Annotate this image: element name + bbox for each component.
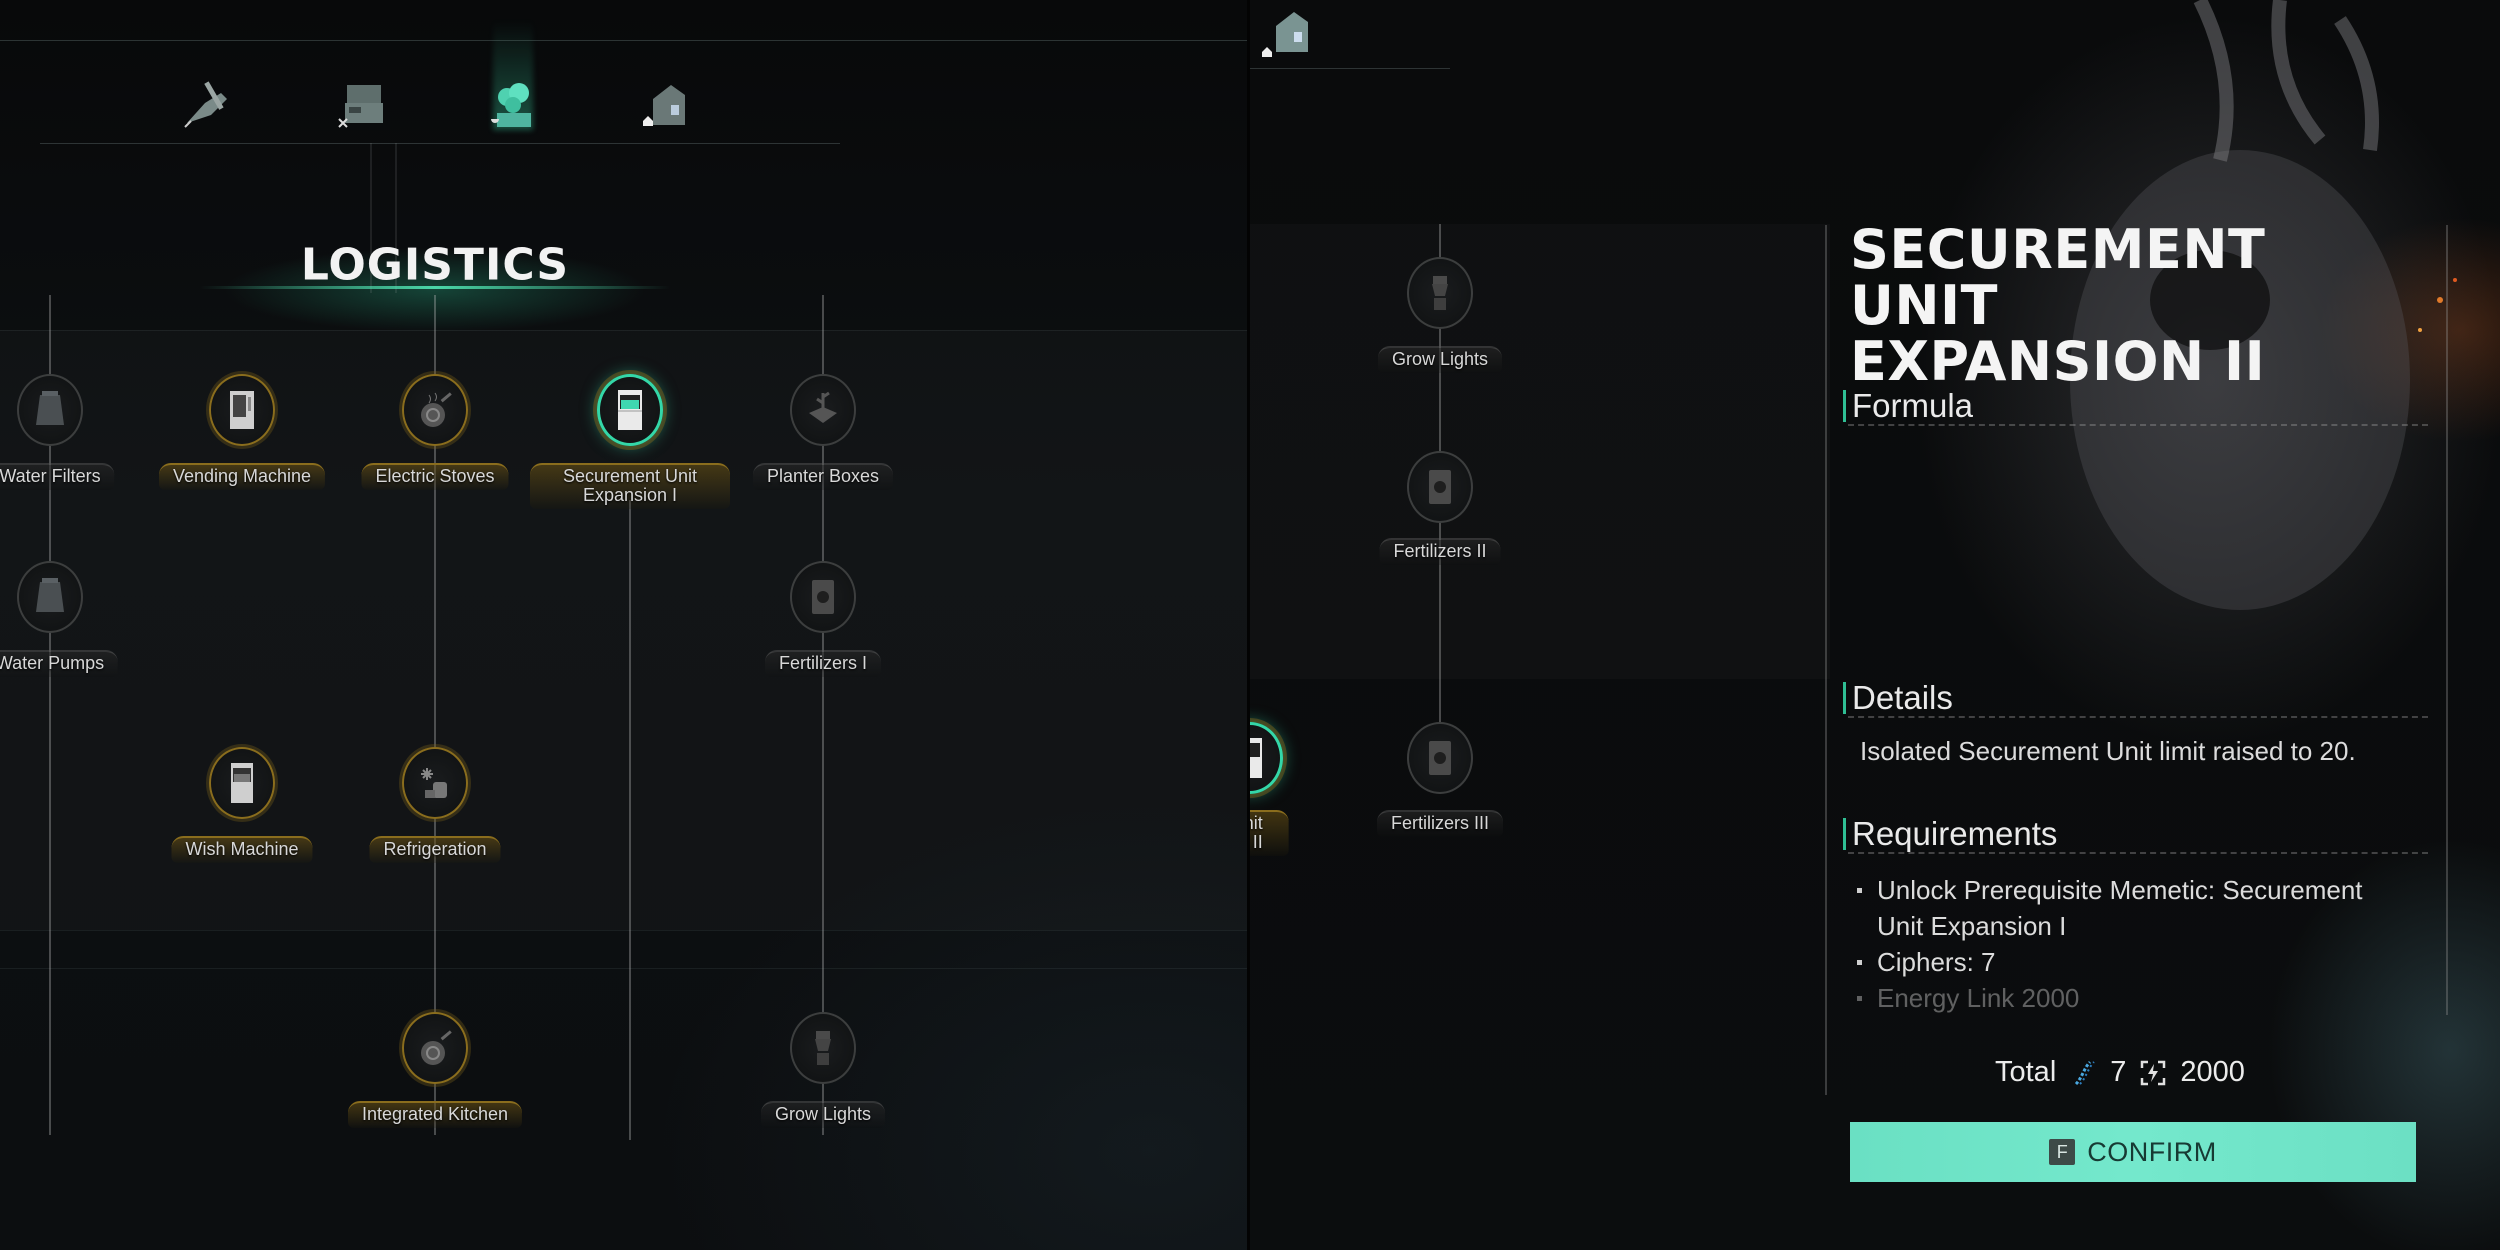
band-line bbox=[0, 330, 1248, 331]
node-label: Water Filters bbox=[0, 463, 115, 490]
confirm-label: CONFIRM bbox=[2087, 1136, 2217, 1167]
requirements-heading: Requirements bbox=[1843, 817, 2057, 850]
node-label: Planter Boxes bbox=[752, 463, 894, 490]
keybind-f-icon: F bbox=[2049, 1139, 2076, 1165]
node-label: Securement Unit Expansion I bbox=[530, 463, 730, 509]
kitchen-pan-icon bbox=[421, 1030, 452, 1065]
node-label: Fertilizers II bbox=[1379, 538, 1501, 565]
tree-node-water-filters[interactable] bbox=[17, 374, 83, 446]
plant-tree-icon bbox=[491, 83, 531, 127]
tab-base[interactable] bbox=[637, 75, 697, 135]
total-cost: Total 7 2000 bbox=[1995, 1056, 2245, 1089]
house-icon bbox=[1262, 12, 1308, 57]
node-label: Refrigeration bbox=[369, 836, 501, 863]
requirement-item: Unlock Prerequisite Memetic: Securement … bbox=[1855, 872, 2415, 944]
energy-link-icon bbox=[2141, 1060, 2166, 1085]
top-divider bbox=[0, 40, 1248, 41]
water-pump-icon bbox=[36, 578, 64, 612]
node-label: Integrated Kitchen bbox=[347, 1101, 523, 1128]
node-label: Grow Lights bbox=[760, 1101, 886, 1128]
chainsaw-icon bbox=[184, 81, 227, 128]
formula-heading: Formula bbox=[1843, 389, 1973, 422]
band-line bbox=[0, 930, 1248, 931]
tabs-underline bbox=[1250, 68, 1450, 69]
tree-node-planter-boxes[interactable] bbox=[790, 374, 856, 446]
node-label: Wish Machine bbox=[171, 836, 313, 863]
tab-combat[interactable] bbox=[177, 75, 237, 135]
securement-unit-icon bbox=[1250, 738, 1262, 778]
node-label: Electric Stoves bbox=[361, 463, 509, 490]
memetic-title: SECUREMENT UNIT EXPANSION II bbox=[1850, 218, 2266, 393]
tree-band bbox=[1250, 224, 1830, 679]
fertilizer-bag-icon bbox=[1429, 470, 1451, 504]
tree-node-vending-machine[interactable] bbox=[209, 374, 275, 446]
grow-light-icon bbox=[815, 1031, 831, 1065]
requirements-divider bbox=[1848, 852, 2428, 854]
water-filter-icon bbox=[36, 391, 64, 425]
requirement-item: Ciphers: 7 bbox=[1855, 944, 2415, 980]
cipher-icon bbox=[2075, 1060, 2096, 1085]
memetics-tree-panel: LOGISTICS Water Filters Vending Machine … bbox=[0, 0, 1248, 1250]
tab-base[interactable] bbox=[1260, 2, 1320, 62]
tabs-underline bbox=[40, 143, 840, 144]
tab-crafting[interactable] bbox=[333, 75, 393, 135]
confirm-button[interactable]: F CONFIRM bbox=[1850, 1122, 2416, 1182]
total-label: Total bbox=[1995, 1056, 2057, 1088]
tree-node-water-pumps[interactable] bbox=[17, 561, 83, 633]
detail-frame-left bbox=[1825, 225, 1827, 1095]
tree-node-fertilizers-3[interactable] bbox=[1407, 722, 1473, 794]
details-heading: Details bbox=[1843, 681, 1953, 714]
formula-divider bbox=[1848, 424, 2428, 426]
requirement-item: Energy Link 2000 bbox=[1855, 980, 2415, 1016]
tree-node-securement-unit-expansion-1[interactable] bbox=[597, 374, 663, 446]
tree-node-refrigeration[interactable] bbox=[402, 747, 468, 819]
fertilizer-bag-icon bbox=[812, 580, 834, 614]
node-label: Fertilizers III bbox=[1376, 810, 1504, 837]
detail-frame-right bbox=[2446, 225, 2448, 1015]
tree-node-grow-lights[interactable] bbox=[1407, 257, 1473, 329]
node-label: Fertilizers I bbox=[764, 650, 882, 677]
tree-node-integrated-kitchen[interactable] bbox=[402, 1012, 468, 1084]
tree-node-wish-machine[interactable] bbox=[209, 747, 275, 819]
node-label: ent Unit sion II bbox=[1250, 810, 1289, 856]
details-text: Isolated Securement Unit limit raised to… bbox=[1860, 736, 2356, 766]
node-label: Water Pumps bbox=[0, 650, 119, 677]
planter-box-icon bbox=[809, 391, 837, 423]
grow-light-icon bbox=[1432, 276, 1448, 310]
securement-unit-icon bbox=[618, 390, 642, 430]
tree-node-fertilizers-1[interactable] bbox=[790, 561, 856, 633]
tree-node-fertilizers-2[interactable] bbox=[1407, 451, 1473, 523]
tree-node-grow-lights[interactable] bbox=[790, 1012, 856, 1084]
band-line bbox=[0, 968, 1248, 969]
tab-logistics[interactable] bbox=[483, 75, 543, 135]
memetic-detail-panel: Grow Lights Fertilizers II Fertilizers I… bbox=[1250, 0, 2500, 1250]
section-title: LOGISTICS bbox=[300, 239, 570, 291]
total-energy: 2000 bbox=[2180, 1056, 2245, 1088]
house-icon bbox=[643, 85, 685, 126]
wish-machine-icon bbox=[231, 763, 253, 803]
workbench-icon bbox=[338, 85, 383, 128]
stove-pan-icon bbox=[421, 392, 452, 427]
details-divider bbox=[1848, 716, 2428, 718]
node-label: Grow Lights bbox=[1377, 346, 1503, 373]
refrigeration-icon bbox=[421, 768, 447, 798]
requirements-list: Unlock Prerequisite Memetic: Securement … bbox=[1855, 872, 2415, 1016]
tree-connector bbox=[629, 500, 631, 1140]
tree-node-securement-unit-expansion-2[interactable] bbox=[1250, 722, 1283, 794]
fertilizer-bag-icon bbox=[1429, 741, 1451, 775]
node-label: Vending Machine bbox=[158, 463, 326, 490]
tree-node-electric-stoves[interactable] bbox=[402, 374, 468, 446]
vending-machine-icon bbox=[230, 391, 254, 429]
total-ciphers: 7 bbox=[2110, 1056, 2127, 1088]
